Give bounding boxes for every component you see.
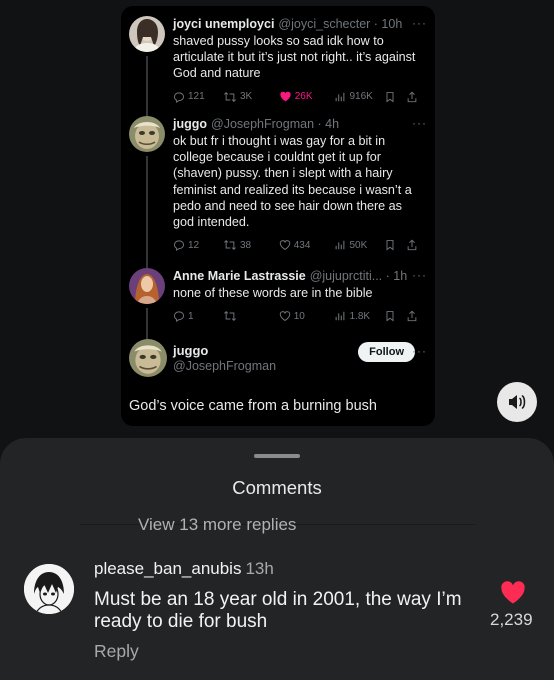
retweet-icon — [223, 91, 237, 103]
views-button[interactable]: 1.8K — [334, 310, 384, 322]
commenter-avatar[interactable] — [24, 564, 74, 614]
share-button[interactable] — [406, 310, 421, 322]
reply-count: 1 — [188, 310, 194, 322]
view-more-replies-link[interactable]: View 13 more replies — [138, 515, 296, 535]
comment-like-button[interactable] — [500, 581, 526, 610]
more-icon[interactable]: ··· — [412, 344, 427, 358]
tweet-text: ok but fr i thought i was gay for a bit … — [173, 134, 412, 230]
reply-icon — [173, 91, 185, 103]
tweet-author-name[interactable]: joyci unemployci — [173, 16, 274, 32]
share-button[interactable] — [406, 239, 421, 251]
share-button[interactable] — [406, 91, 421, 103]
tweet-text: none of these words are in the bible — [173, 286, 373, 300]
reply-count: 121 — [188, 91, 205, 103]
reply-button[interactable]: 12 — [173, 239, 223, 251]
reply-icon — [173, 239, 185, 251]
like-icon — [279, 90, 292, 103]
views-button[interactable]: 916K — [334, 91, 384, 103]
tweet-handle-time[interactable]: @jujuprctiti... · 1h — [310, 268, 407, 284]
embedded-tweet-card: joyci unemployci @joyci_schecter · 10h ·… — [121, 6, 435, 426]
like-icon — [279, 310, 291, 322]
reply-count: 12 — [188, 239, 200, 251]
retweet-button[interactable]: 3K — [223, 91, 279, 103]
like-button[interactable]: 434 — [279, 239, 335, 251]
comment-text: Must be an 18 year old in 2001, the way … — [94, 589, 462, 632]
tweet-author-name[interactable]: juggo — [173, 116, 207, 132]
bookmark-button[interactable] — [384, 310, 405, 322]
bookmark-button[interactable] — [384, 91, 405, 103]
views-button[interactable]: 50K — [334, 239, 384, 251]
comment-time: 13h — [245, 559, 274, 578]
share-icon — [406, 91, 418, 103]
reply-link[interactable]: Reply — [94, 641, 139, 662]
like-count: 434 — [293, 239, 311, 251]
main-tweet-handle[interactable]: @JosephFrogman — [173, 359, 276, 373]
reply-button[interactable]: 121 — [173, 91, 223, 103]
tweet-text: shaved pussy looks so sad idk how to art… — [173, 34, 416, 81]
heart-icon — [501, 581, 525, 604]
avatar-juggo[interactable] — [129, 116, 165, 152]
comment-author[interactable]: please_ban_anubis 13h — [94, 559, 274, 579]
tweet-handle-time[interactable]: @JosephFrogman · 4h — [211, 116, 339, 132]
share-icon — [406, 310, 418, 322]
avatar-joyci[interactable] — [129, 16, 165, 52]
more-icon[interactable]: ··· — [412, 16, 427, 30]
retweet-icon — [223, 310, 237, 322]
like-icon — [279, 239, 291, 251]
tweet-author-name[interactable]: Anne Marie Lastrassie — [173, 268, 306, 284]
views-count: 1.8K — [349, 310, 371, 322]
retweet-count: 38 — [239, 239, 252, 251]
retweet-icon — [223, 239, 237, 251]
bookmark-button[interactable] — [384, 239, 405, 251]
comment-username[interactable]: please_ban_anubis — [94, 559, 241, 578]
comments-sheet: Comments View 13 more replies please_ban… — [0, 438, 554, 680]
like-button[interactable]: 26K — [279, 90, 335, 103]
views-icon — [334, 239, 346, 251]
main-tweet-text: God’s voice came from a burning bush — [129, 398, 377, 414]
sheet-drag-handle[interactable] — [254, 454, 300, 458]
views-icon — [334, 310, 346, 322]
more-icon[interactable]: ··· — [412, 116, 427, 130]
share-icon — [406, 239, 418, 251]
retweet-button[interactable]: 38 — [223, 239, 279, 251]
like-count: 26K — [294, 91, 313, 103]
follow-button[interactable]: Follow — [358, 342, 415, 362]
sound-icon — [509, 395, 526, 409]
sound-toggle-button[interactable] — [497, 382, 537, 422]
views-icon — [334, 91, 346, 103]
views-count: 50K — [349, 239, 368, 251]
reply-button[interactable]: 1 — [173, 310, 223, 322]
more-icon[interactable]: ··· — [412, 268, 427, 282]
main-tweet-author-name[interactable]: juggo — [173, 343, 208, 358]
thread-line — [146, 156, 148, 274]
avatar-anne-marie[interactable] — [129, 268, 165, 304]
avatar-juggo-main[interactable] — [129, 339, 167, 377]
bookmark-icon — [384, 91, 396, 103]
retweet-button[interactable] — [223, 310, 279, 322]
bookmark-icon — [384, 239, 396, 251]
like-count: 10 — [293, 310, 305, 322]
tweet-handle-time[interactable]: @joyci_schecter · 10h — [278, 16, 402, 32]
retweet-count: 3K — [239, 91, 253, 103]
comments-title: Comments — [232, 477, 322, 498]
reply-icon — [173, 310, 185, 322]
bookmark-icon — [384, 310, 396, 322]
comment-like-count: 2,239 — [490, 610, 533, 629]
like-button[interactable]: 10 — [279, 310, 335, 322]
views-count: 916K — [349, 91, 373, 103]
